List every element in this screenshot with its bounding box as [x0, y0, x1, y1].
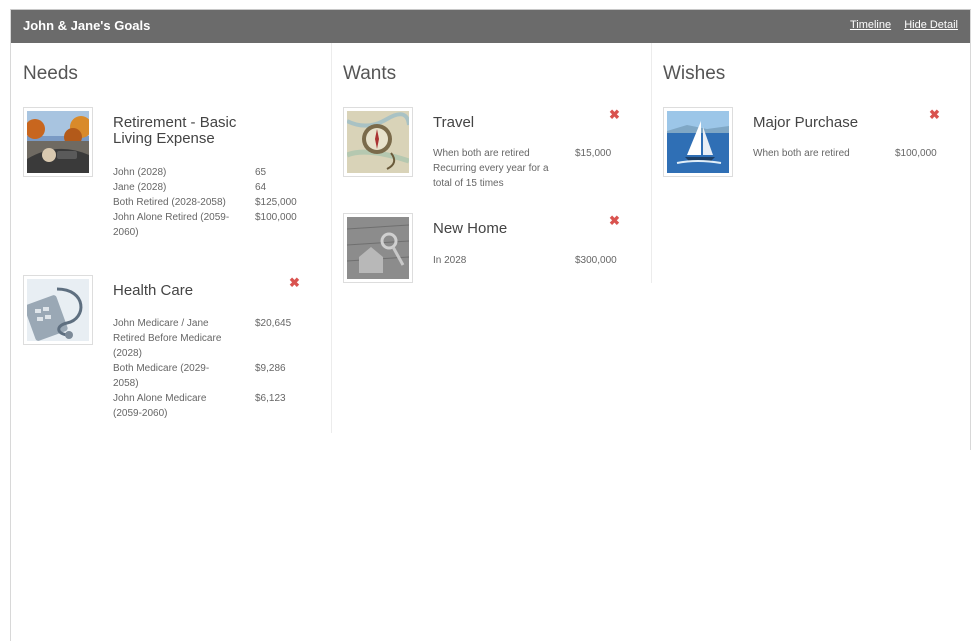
remove-new-home-icon[interactable]: ✖: [609, 213, 620, 229]
detail-label: When both are retired: [753, 148, 850, 159]
wishes-heading: Wishes: [663, 63, 726, 84]
detail-label: Both Retired (2028-2058): [113, 197, 226, 208]
detail-label: John Alone Retired (2059-2060): [113, 212, 230, 238]
travel-image: [343, 107, 413, 177]
health-care-details: John Medicare / Jane Retired Before Medi…: [113, 316, 313, 421]
detail-row: John Alone Medicare (2059-2060) $6,123: [113, 391, 313, 421]
detail-value: $100,000: [895, 148, 937, 159]
health-care-title: Health Care: [113, 282, 194, 299]
detail-value: $20,645: [255, 318, 292, 329]
retirement-details: John (2028) 65 Jane (2028) 64 Both Retir…: [113, 165, 313, 240]
detail-row: Jane (2028) 64: [113, 180, 313, 195]
detail-label: Jane (2028): [113, 182, 167, 193]
detail-label: When both are retired Recurring every ye…: [433, 148, 549, 189]
remove-major-purchase-icon[interactable]: ✖: [929, 107, 940, 123]
major-purchase-title: Major Purchase: [753, 114, 859, 131]
detail-label: Both Medicare (2029-2058): [113, 363, 210, 389]
major-purchase-image: [663, 107, 733, 177]
detail-value: $125,000: [255, 197, 297, 208]
wants-heading: Wants: [343, 63, 397, 84]
panel-header: John & Jane's Goals Timeline Hide Detail: [11, 10, 970, 43]
detail-label: John Medicare / Jane Retired Before Medi…: [113, 318, 222, 359]
detail-value: $15,000: [575, 148, 612, 159]
detail-row: When both are retired $100,000: [753, 146, 953, 161]
detail-row: When both are retired Recurring every ye…: [433, 146, 633, 191]
goals-panel: John & Jane's Goals Timeline Hide Detail…: [10, 9, 971, 641]
needs-column: Needs Retirement - Basic Living Expense: [11, 43, 332, 433]
needs-heading: Needs: [23, 63, 78, 84]
hide-detail-link[interactable]: Hide Detail: [904, 19, 958, 31]
new-home-title: New Home: [433, 220, 508, 237]
remove-travel-icon[interactable]: ✖: [609, 107, 620, 123]
travel-details: When both are retired Recurring every ye…: [433, 146, 633, 191]
travel-title: Travel: [433, 114, 475, 131]
detail-row: John (2028) 65: [113, 165, 313, 180]
detail-value: $100,000: [255, 212, 297, 223]
timeline-link[interactable]: Timeline: [850, 19, 891, 31]
retirement-title: Retirement - Basic Living Expense: [113, 114, 237, 147]
wants-column: Wants Travel ✖ When both are retired Rec…: [331, 43, 652, 283]
detail-row: John Alone Retired (2059-2060) $100,000: [113, 210, 313, 240]
detail-label: John Alone Medicare (2059-2060): [113, 393, 207, 419]
detail-label: John (2028): [113, 167, 167, 178]
detail-value: $9,286: [255, 363, 286, 374]
retirement-image: [23, 107, 93, 177]
header-links: Timeline Hide Detail: [840, 19, 958, 31]
detail-row: Both Medicare (2029-2058) $9,286: [113, 361, 313, 391]
detail-value: 65: [255, 167, 267, 178]
detail-value: $300,000: [575, 255, 617, 266]
new-home-image: [343, 213, 413, 283]
health-care-image: [23, 275, 93, 345]
detail-row: John Medicare / Jane Retired Before Medi…: [113, 316, 313, 361]
detail-value: $6,123: [255, 393, 286, 404]
detail-label: In 2028: [433, 255, 467, 266]
detail-row: In 2028 $300,000: [433, 253, 633, 268]
panel-title: John & Jane's Goals: [23, 18, 151, 33]
new-home-details: In 2028 $300,000: [433, 253, 633, 268]
detail-row: Both Retired (2028-2058) $125,000: [113, 195, 313, 210]
remove-health-care-icon[interactable]: ✖: [289, 275, 300, 291]
detail-value: 64: [255, 182, 267, 193]
major-purchase-details: When both are retired $100,000: [753, 146, 953, 161]
